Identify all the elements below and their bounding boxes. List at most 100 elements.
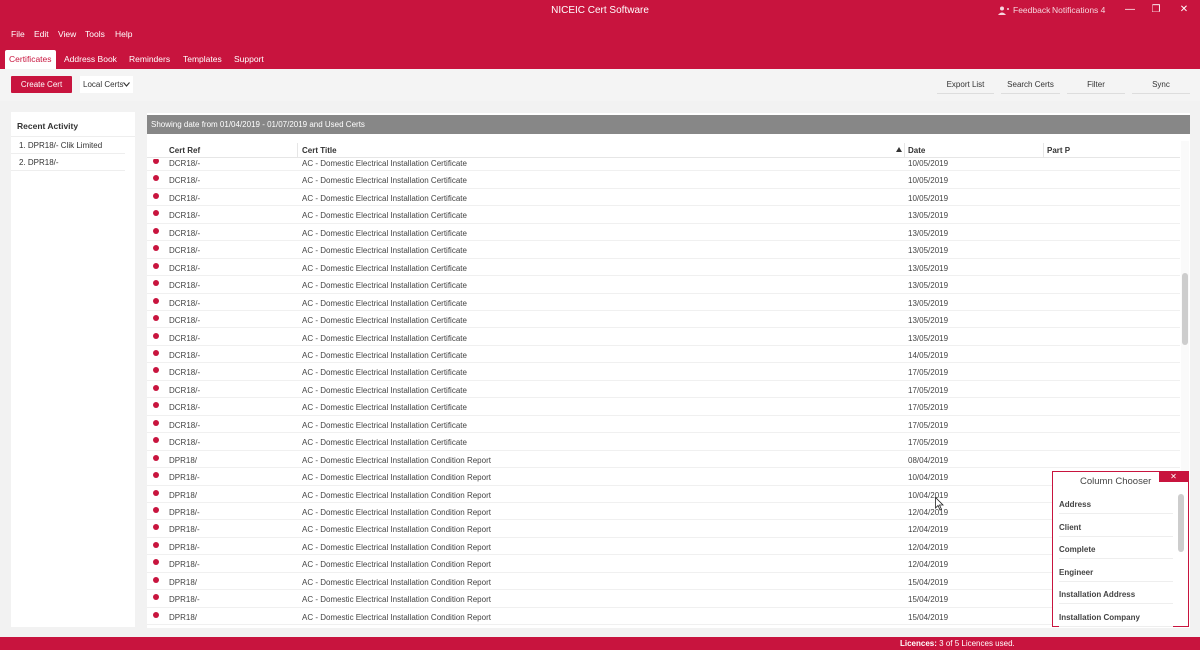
local-certs-label: Local Certs <box>83 80 124 89</box>
cell-cert-ref: DCR18/- <box>169 211 201 221</box>
feedback-button[interactable]: Feedback <box>998 5 1050 15</box>
table-row[interactable]: DPR18/- AC - Domestic Electrical Installa… <box>147 520 1180 538</box>
cell-cert-title: AC - Domestic Electrical Installation Co… <box>302 525 491 535</box>
cell-cert-ref: DCR18/- <box>169 298 201 308</box>
cell-date: 10/04/2019 <box>908 473 949 483</box>
table-row[interactable]: DCR18/- AC - Domestic Electrical Installa… <box>147 433 1180 451</box>
menu-tools[interactable]: Tools <box>85 29 105 39</box>
table-row[interactable]: DPR18/AC - Domestic Electrical Installat… <box>147 573 1180 591</box>
grid-scrollbar-thumb[interactable] <box>1182 273 1188 345</box>
tab-address-book[interactable]: Address Book <box>64 54 117 64</box>
status-dot-icon <box>153 489 159 496</box>
chooser-item-installation-company[interactable]: Installation Company <box>1059 609 1173 627</box>
cell-cert-title: AC - Domestic Electrical Installation Co… <box>302 490 491 500</box>
cell-cert-ref: DCR18/- <box>169 193 201 203</box>
table-row[interactable]: DPR18/AC - Domestic Electrical Installat… <box>147 608 1180 626</box>
tab-certificates[interactable]: Certificates <box>5 50 56 69</box>
feedback-user-icon <box>998 6 1009 15</box>
col-cert-ref[interactable]: Cert Ref <box>169 146 200 155</box>
restore-icon[interactable]: ❐ <box>1146 2 1166 18</box>
status-dot-icon <box>153 245 159 252</box>
status-dot-icon <box>153 297 159 304</box>
status-dot-icon <box>153 419 159 426</box>
recent-activity-item[interactable]: 1. DPR18/- Clik Limited <box>11 137 125 154</box>
local-certs-dropdown[interactable]: Local Certs <box>80 76 133 93</box>
menu-edit[interactable]: Edit <box>34 29 49 39</box>
status-dot-icon <box>153 175 159 182</box>
create-cert-button[interactable]: Create Cert <box>11 76 72 93</box>
cell-cert-title: AC - Domestic Electrical Installation Ce… <box>302 263 467 273</box>
status-dot-icon <box>153 315 159 322</box>
table-row[interactable]: DCR18/- AC - Domestic Electrical Installa… <box>147 259 1180 277</box>
search-certs-button[interactable]: Search Certs <box>1001 78 1060 94</box>
menu-view[interactable]: View <box>58 29 76 39</box>
cell-date: 13/05/2019 <box>908 246 949 256</box>
cell-cert-title: AC - Domestic Electrical Installation Co… <box>302 508 491 517</box>
chooser-item-address[interactable]: Address <box>1059 496 1173 514</box>
status-dot-icon <box>153 524 159 531</box>
cell-date: 12/04/2019 <box>908 542 949 552</box>
close-icon[interactable]: ✕ <box>1174 2 1194 18</box>
status-dot-icon <box>153 541 159 548</box>
chooser-scrollbar[interactable] <box>1178 494 1184 552</box>
cell-cert-ref: DCR18/- <box>169 420 201 430</box>
table-row[interactable]: DCR18/- AC - Domestic Electrical Installa… <box>147 241 1180 259</box>
sort-ascending-icon <box>896 147 902 152</box>
column-separator <box>297 143 298 157</box>
col-date[interactable]: Date <box>908 146 925 155</box>
table-row[interactable]: DPR18/- AC - Domestic Electrical Installa… <box>147 555 1180 573</box>
table-row[interactable]: DCR18/- AC - Domestic Electrical Installa… <box>147 294 1180 312</box>
table-row[interactable]: DCR18/- AC - Domestic Electrical Installa… <box>147 416 1180 434</box>
grid-body: DCR18/- AC - Domestic Electrical Installa… <box>147 159 1180 626</box>
table-row[interactable]: DPR18/- AC - Domestic Electrical Installa… <box>147 538 1180 556</box>
cell-date: 13/05/2019 <box>908 333 949 343</box>
cell-cert-ref: DCR18/- <box>169 438 201 448</box>
table-row[interactable]: DCR18/- AC - Domestic Electrical Installa… <box>147 206 1180 224</box>
recent-activity-item[interactable]: 2. DPR18/- <box>11 154 125 171</box>
feedback-label: Feedback <box>1013 5 1051 15</box>
status-dot-icon <box>153 611 159 618</box>
tab-templates[interactable]: Templates <box>183 54 222 64</box>
chooser-item-engineer[interactable]: Engineer <box>1059 564 1173 582</box>
column-chooser-dialog: Column Chooser ✕ Address Client Complete… <box>1052 471 1189 627</box>
table-row[interactable]: DCR18/- AC - Domestic Electrical Installa… <box>147 381 1180 399</box>
table-row[interactable]: DPR18/- AC - Domestic Electrical Installa… <box>147 590 1180 608</box>
cell-cert-ref: DPR18/- <box>169 525 200 535</box>
table-row[interactable]: DCR18/- AC - Domestic Electrical Installa… <box>147 398 1180 416</box>
cell-date: 13/05/2019 <box>908 281 949 291</box>
menu-help[interactable]: Help <box>115 29 132 39</box>
chooser-item-complete[interactable]: Complete <box>1059 541 1173 559</box>
col-part-p[interactable]: Part P <box>1047 146 1070 155</box>
export-list-button[interactable]: Export List <box>937 78 994 94</box>
table-row[interactable]: DCR18/- AC - Domestic Electrical Installa… <box>147 329 1180 346</box>
table-row[interactable]: DPR18/- AC - Domestic Electrical Installa… <box>147 468 1180 486</box>
status-bar: Licences: 3 of 5 Licences used. <box>0 637 1200 650</box>
chooser-item-installation-address[interactable]: Installation Address <box>1059 586 1173 604</box>
table-row[interactable]: DPR18/- AC - Domestic Electrical Installa… <box>147 503 1180 521</box>
cell-cert-ref: DPR18/ <box>169 577 198 587</box>
table-row[interactable]: DCR18/- AC - Domestic Electrical Installa… <box>147 189 1180 207</box>
tab-reminders[interactable]: Reminders <box>129 54 170 64</box>
table-row[interactable]: DPR18/AC - Domestic Electrical Installat… <box>147 486 1180 503</box>
table-row[interactable]: DCR18/- AC - Domestic Electrical Installa… <box>147 311 1180 329</box>
minimize-icon[interactable]: — <box>1120 2 1140 18</box>
sync-button[interactable]: Sync <box>1132 78 1190 94</box>
tab-support[interactable]: Support <box>234 54 264 64</box>
table-row[interactable]: DCR18/- AC - Domestic Electrical Installa… <box>147 346 1180 364</box>
menu-file[interactable]: File <box>11 29 25 39</box>
table-row[interactable]: DCR18/- AC - Domestic Electrical Installa… <box>147 276 1180 294</box>
chooser-item-client[interactable]: Client <box>1059 519 1173 537</box>
close-icon[interactable]: ✕ <box>1159 472 1188 482</box>
cell-cert-ref: DPR18/- <box>169 542 200 552</box>
cell-cert-title: AC - Domestic Electrical Installation Ce… <box>302 193 467 203</box>
table-row[interactable]: DCR18/- AC - Domestic Electrical Installa… <box>147 224 1180 242</box>
table-row[interactable]: DCR18/- AC - Domestic Electrical Installa… <box>147 159 1180 172</box>
table-row[interactable]: DCR18/- AC - Domestic Electrical Installa… <box>147 363 1180 381</box>
notifications-button[interactable]: Notifications 4 <box>1052 5 1105 15</box>
table-row[interactable]: DCR18/- AC - Domestic Electrical Installa… <box>147 171 1180 189</box>
status-dot-icon <box>153 559 159 566</box>
table-row[interactable]: DPR18/AC - Domestic Electrical Installat… <box>147 451 1180 469</box>
cell-cert-ref: DCR18/- <box>169 228 201 238</box>
filter-button[interactable]: Filter <box>1067 78 1125 94</box>
col-cert-title[interactable]: Cert Title <box>302 146 337 155</box>
